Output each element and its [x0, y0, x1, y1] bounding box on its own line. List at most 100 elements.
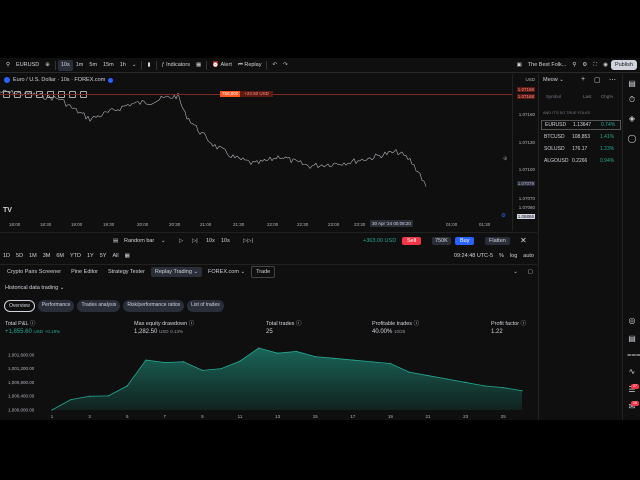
watchlist-section[interactable]: AND IT'S SO TRUE FOLKS — [543, 111, 590, 115]
settings-icon[interactable]: ⚙ — [579, 60, 590, 71]
random-bar-button[interactable]: Random bar — [124, 238, 154, 244]
divider — [155, 60, 157, 70]
templates-icon[interactable]: ▦ — [193, 60, 204, 71]
range-6m[interactable]: 6M — [53, 253, 67, 259]
range-all[interactable]: All — [109, 253, 121, 259]
interval-1h[interactable]: 1h — [117, 60, 129, 71]
symbol-button[interactable]: EURUSD — [13, 60, 42, 71]
history-title[interactable]: Historical data trading ⌄ — [5, 285, 64, 291]
fullscreen-icon[interactable]: ⛶ — [590, 60, 600, 71]
layout-name[interactable]: The Best Folk... — [525, 60, 570, 71]
collapse-panel-icon[interactable]: ⌄ — [509, 267, 522, 277]
price-trace-segment — [262, 158, 265, 162]
maximize-panel-icon[interactable]: ▢ — [524, 267, 537, 277]
speed-button[interactable]: 10x — [206, 238, 215, 244]
interval-dropdown-icon[interactable]: ⌄ — [129, 60, 140, 71]
range-1d[interactable]: 1D — [0, 253, 13, 259]
camera-icon[interactable]: ◉ — [600, 60, 611, 71]
interval-10s[interactable]: 10s — [57, 59, 73, 71]
layout-icon[interactable]: ▣ — [514, 60, 525, 71]
random-bar-icon[interactable]: ▤ — [113, 238, 118, 244]
add-symbol-icon[interactable]: + — [581, 76, 585, 83]
range-1y[interactable]: 1Y — [84, 253, 97, 259]
interval-15m[interactable]: 15m — [100, 60, 117, 71]
subtab-trades-analysis[interactable]: Trades analysis — [77, 300, 121, 312]
price-trace-segment — [168, 96, 171, 99]
watchlist-row[interactable]: ALGOUSD 0.2266 0.94% — [541, 156, 621, 166]
tab-strategy-tester[interactable]: Strategy Tester — [104, 267, 149, 277]
range-ytd[interactable]: YTD — [67, 253, 84, 259]
range-5d[interactable]: 5D — [13, 253, 26, 259]
info-icon[interactable]: ⓘ — [30, 321, 36, 327]
random-bar-dropdown-icon[interactable]: ⌄ — [161, 238, 166, 244]
watchlist-row[interactable]: BTCUSD 108,853 1.41% — [541, 132, 621, 142]
add-symbol-icon[interactable]: ⊕ — [42, 60, 53, 71]
layers-icon[interactable]: ◈ — [627, 114, 637, 124]
step-forward-icon[interactable]: ▷| — [192, 238, 198, 244]
subtab-overview[interactable]: Overview — [4, 300, 35, 312]
watchlist-row[interactable]: EURUSD 1.13647 0.74% — [541, 120, 621, 130]
publish-button[interactable]: Publish — [610, 60, 637, 70]
advanced-view-icon[interactable]: ▢ — [594, 76, 601, 84]
price-axis[interactable]: USD 1.07188 1.07168 1.07160 1.07130 1.07… — [512, 74, 537, 231]
sell-button[interactable]: Sell — [402, 236, 422, 245]
step-interval-button[interactable]: 10s — [221, 238, 230, 244]
range-3m[interactable]: 3M — [40, 253, 54, 259]
range-5y[interactable]: 5Y — [97, 253, 110, 259]
price-trace-segment — [313, 162, 317, 166]
close-replay-icon[interactable]: ✕ — [520, 236, 527, 245]
interval-1m[interactable]: 1m — [73, 60, 87, 71]
play-icon[interactable]: ▷ — [179, 238, 183, 244]
range-1m[interactable]: 1M — [26, 253, 40, 259]
watchlist-icon[interactable]: ▤ — [627, 79, 637, 89]
clock[interactable]: 09:24:48 UTC-5 — [451, 253, 496, 259]
undo-icon[interactable]: ↶ — [269, 60, 280, 71]
column-chg[interactable]: Chg% — [601, 94, 613, 99]
interval-5m[interactable]: 5m — [86, 60, 100, 71]
redo-icon[interactable]: ↷ — [280, 60, 291, 71]
target-icon[interactable]: ◎ — [627, 316, 637, 326]
info-icon[interactable]: ⓘ — [189, 321, 195, 327]
calendar-icon[interactable]: ▦ — [122, 253, 133, 259]
tab-replay-trading[interactable]: Replay Trading ⌄ — [150, 266, 203, 277]
alerts-clock-icon[interactable]: ⏱ — [627, 95, 637, 105]
buy-button[interactable]: Buy — [455, 236, 475, 245]
equity-chart[interactable]: 1,000,000.00 1,000,400.00 1,000,800.00 1,00… — [0, 344, 537, 420]
tab-crypto-screener[interactable]: Crypto Pairs Screener — [3, 267, 65, 277]
pulse-icon[interactable]: ∿ — [627, 367, 637, 377]
column-last[interactable]: Last — [583, 94, 592, 99]
info-icon[interactable]: ⓘ — [414, 321, 420, 327]
watchlist-row[interactable]: SOLUSD 176.17 1.23% — [541, 144, 621, 154]
indicators-button[interactable]: ƒ Indicators — [159, 60, 193, 71]
info-icon[interactable]: ⓘ — [296, 321, 302, 327]
add-alert-icon[interactable]: ⊕ — [500, 153, 511, 164]
price-trace-segment — [159, 96, 162, 100]
auto-toggle[interactable]: auto — [520, 253, 537, 259]
network-icon[interactable]: ⩶ — [627, 350, 640, 360]
percent-toggle[interactable]: % — [496, 253, 507, 259]
subtab-list-of-trades[interactable]: List of trades — [187, 300, 224, 312]
symbol-search-icon[interactable]: ⚲ — [3, 60, 13, 71]
jump-to-realtime-icon[interactable]: ▷▷| — [243, 238, 253, 244]
position-label[interactable]: 750,000 +23.50 USD — [220, 91, 273, 97]
replay-button[interactable]: ⏮ Replay — [235, 60, 265, 71]
watchlist-title[interactable]: Meow ⌄ — [543, 77, 564, 83]
ideas-icon[interactable]: ▤ — [627, 334, 637, 344]
time-axis[interactable]: 18:00 18:30 19:00 19:30 20:00 20:30 21:0… — [0, 219, 512, 231]
info-icon[interactable]: ⓘ — [521, 321, 527, 327]
tab-forex-com[interactable]: FOREX.com ⌄ — [204, 267, 249, 277]
search-icon[interactable]: ⚲ — [569, 60, 579, 71]
more-icon[interactable]: ⋯ — [609, 76, 616, 84]
tab-trade[interactable]: Trade — [251, 265, 276, 278]
flatten-button[interactable]: Flatten — [485, 236, 510, 245]
alert-button[interactable]: ⏰ Alert — [209, 60, 235, 71]
bar-style-icon[interactable]: ▮ — [144, 60, 153, 71]
chat-icon[interactable]: ◯ — [627, 134, 637, 144]
column-symbol[interactable]: Symbol — [546, 94, 561, 99]
tab-pine-editor[interactable]: Pine Editor — [67, 267, 102, 277]
subtab-risk-ratios[interactable]: Risk/performance ratios — [123, 300, 185, 312]
x-tick-label: 7 — [164, 414, 167, 419]
subtab-performance[interactable]: Performance — [37, 300, 75, 312]
log-toggle[interactable]: log — [507, 253, 520, 259]
quantity-button[interactable]: 750K — [432, 236, 451, 245]
